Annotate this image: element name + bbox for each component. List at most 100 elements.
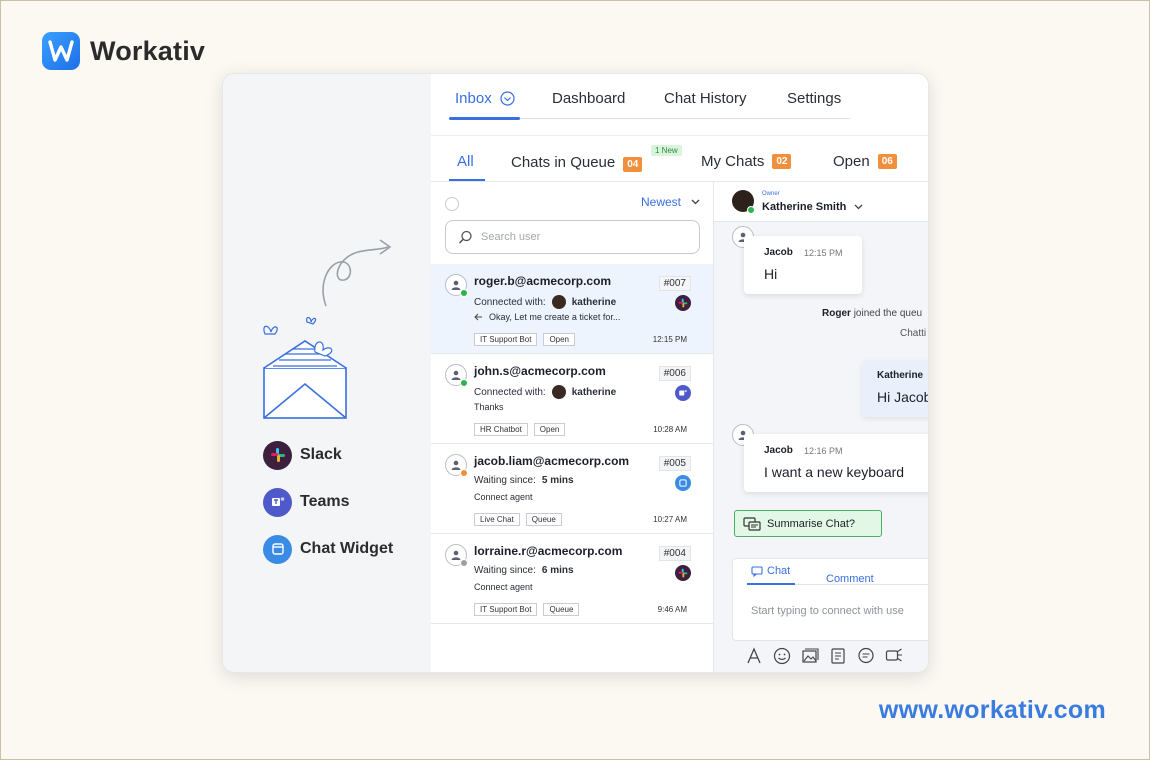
- row-line2-label: Connected with:: [474, 386, 546, 398]
- tag-bot: IT Support Bot: [474, 333, 538, 346]
- status-dot: [460, 379, 468, 387]
- teams-icon: [675, 385, 691, 401]
- message-sender: Jacob: [764, 445, 793, 456]
- system-text: joined the queu: [853, 308, 923, 319]
- channel-teams[interactable]: Teams: [263, 487, 393, 517]
- summarise-chat-button[interactable]: Summarise Chat?: [734, 510, 882, 537]
- tag-status: Open: [533, 423, 566, 436]
- app-panel: Inbox Dashboard Chat History Settings Al…: [431, 74, 929, 672]
- queue-count-badge: 04: [623, 157, 643, 172]
- tag-bot: Live Chat: [474, 513, 520, 526]
- search-icon: [458, 230, 472, 244]
- row-email: john.s@acmecorp.com: [474, 364, 606, 378]
- subtab-queue-label: Chats in Queue: [511, 154, 616, 171]
- chat-row[interactable]: john.s@acmecorp.com #006 Connected with:…: [431, 354, 713, 444]
- message-input[interactable]: Start typing to connect with use: [751, 605, 904, 617]
- row-agent: katherine: [571, 296, 617, 308]
- tab-settings[interactable]: Settings: [787, 90, 841, 107]
- sort-dropdown[interactable]: Newest: [641, 195, 700, 209]
- tab-chat-history[interactable]: Chat History: [664, 90, 747, 107]
- tag-status: Open: [543, 333, 576, 346]
- composer-tab-chat[interactable]: Chat: [751, 565, 790, 577]
- composer-tab-chat-label: Chat: [767, 565, 791, 577]
- subtab-my-chats[interactable]: My Chats 02: [701, 153, 792, 170]
- composer-tab-underline: [747, 583, 795, 585]
- chat-row[interactable]: lorraine.r@acmecorp.com #004 Waiting sin…: [431, 534, 713, 624]
- search-input[interactable]: [481, 231, 681, 243]
- message-sender: Katherine: [877, 370, 924, 381]
- subtab-open[interactable]: Open 06: [833, 153, 897, 170]
- row-line2-label: Connected with:: [474, 296, 546, 308]
- chat-row[interactable]: jacob.liam@acmecorp.com #005 Waiting sin…: [431, 444, 713, 534]
- reply-icon: [474, 313, 482, 321]
- row-preview-text: Connect agent: [474, 492, 533, 502]
- message-bubble: Jacob 12:16 PM I want a new keyboard: [744, 434, 928, 492]
- subtab-open-label: Open: [833, 153, 870, 170]
- subtab-active-underline: [449, 179, 485, 181]
- workativ-logo-icon: [42, 32, 80, 70]
- owner-name-text: Katherine Smith: [762, 201, 847, 213]
- new-badge: 1 New: [651, 145, 682, 156]
- open-count-badge: 06: [877, 154, 897, 169]
- teams-icon: [263, 487, 292, 517]
- row-time: 12:15 PM: [652, 335, 687, 344]
- row-waiting: Waiting since: 5 mins: [474, 475, 574, 486]
- subtab-all[interactable]: All: [457, 153, 474, 170]
- tab-inbox-label: Inbox: [455, 90, 492, 107]
- tag-status: Queue: [525, 513, 562, 526]
- quick-reply-icon[interactable]: [856, 646, 876, 666]
- summarise-label: Summarise Chat?: [767, 517, 856, 530]
- row-wait-time: 5 mins: [541, 475, 574, 486]
- brand[interactable]: Workativ: [42, 32, 205, 70]
- row-id: #006: [658, 366, 691, 381]
- select-all-checkbox[interactable]: [445, 197, 459, 211]
- subtab-my-chats-label: My Chats: [701, 153, 765, 170]
- emoji-icon[interactable]: [772, 646, 792, 666]
- channel-slack[interactable]: Slack: [263, 440, 393, 470]
- row-id: #004: [658, 546, 691, 561]
- tab-inbox[interactable]: Inbox: [455, 90, 515, 107]
- agent-avatar: [551, 295, 566, 309]
- system-message-2: Chatti: [900, 328, 927, 339]
- row-email: lorraine.r@acmecorp.com: [474, 544, 623, 558]
- owner-bar[interactable]: Owner Katherine Smith: [714, 182, 928, 222]
- chevron-down-circle-icon: [500, 91, 515, 106]
- chat-bubble-icon: [751, 565, 763, 577]
- canned-response-icon[interactable]: [884, 646, 904, 666]
- row-time: 9:46 AM: [657, 605, 687, 614]
- channel-label: Chat Widget: [300, 540, 394, 557]
- row-agent: katherine: [571, 386, 617, 398]
- slack-icon: [675, 295, 691, 311]
- row-email: roger.b@acmecorp.com: [474, 274, 612, 288]
- composer-toolbar: [744, 646, 904, 666]
- site-url[interactable]: www.workativ.com: [879, 696, 1106, 725]
- channel-chat-widget[interactable]: Chat Widget: [263, 534, 393, 564]
- tab-dashboard[interactable]: Dashboard: [552, 90, 625, 107]
- envelope-butterfly-icon: [263, 316, 347, 419]
- status-dot: [460, 469, 468, 477]
- image-icon[interactable]: [800, 646, 820, 666]
- my-chats-count-badge: 02: [772, 154, 792, 169]
- message-sender: Jacob: [764, 247, 793, 258]
- status-dot: [460, 559, 468, 567]
- row-id: #005: [658, 456, 691, 471]
- product-card: Slack Teams Chat Widget Inbox Dashboard …: [222, 73, 929, 673]
- row-id: #007: [658, 276, 691, 291]
- chevron-down-icon: [854, 204, 863, 210]
- owner-name: Katherine Smith: [762, 201, 863, 213]
- chat-widget-icon: [263, 534, 292, 564]
- row-waiting: Waiting since: 6 mins: [474, 565, 574, 576]
- message-time: 12:16 PM: [804, 446, 843, 456]
- message-bubble: Jacob 12:15 PM Hi: [744, 236, 862, 294]
- message-text: Hi Jacob: [877, 389, 929, 405]
- top-nav: Inbox Dashboard Chat History Settings: [431, 74, 928, 136]
- agent-avatar: [551, 385, 566, 399]
- attachment-icon[interactable]: [828, 646, 848, 666]
- tab-divider: [520, 118, 850, 119]
- row-tags: HR Chatbot Open: [474, 423, 566, 436]
- brand-name: Workativ: [90, 35, 206, 66]
- subtab-queue[interactable]: Chats in Queue 04: [511, 153, 643, 172]
- text-format-icon[interactable]: [744, 646, 764, 666]
- chat-row[interactable]: roger.b@acmecorp.com #007 Connected with…: [431, 264, 713, 354]
- channel-list: Slack Teams Chat Widget: [263, 440, 393, 581]
